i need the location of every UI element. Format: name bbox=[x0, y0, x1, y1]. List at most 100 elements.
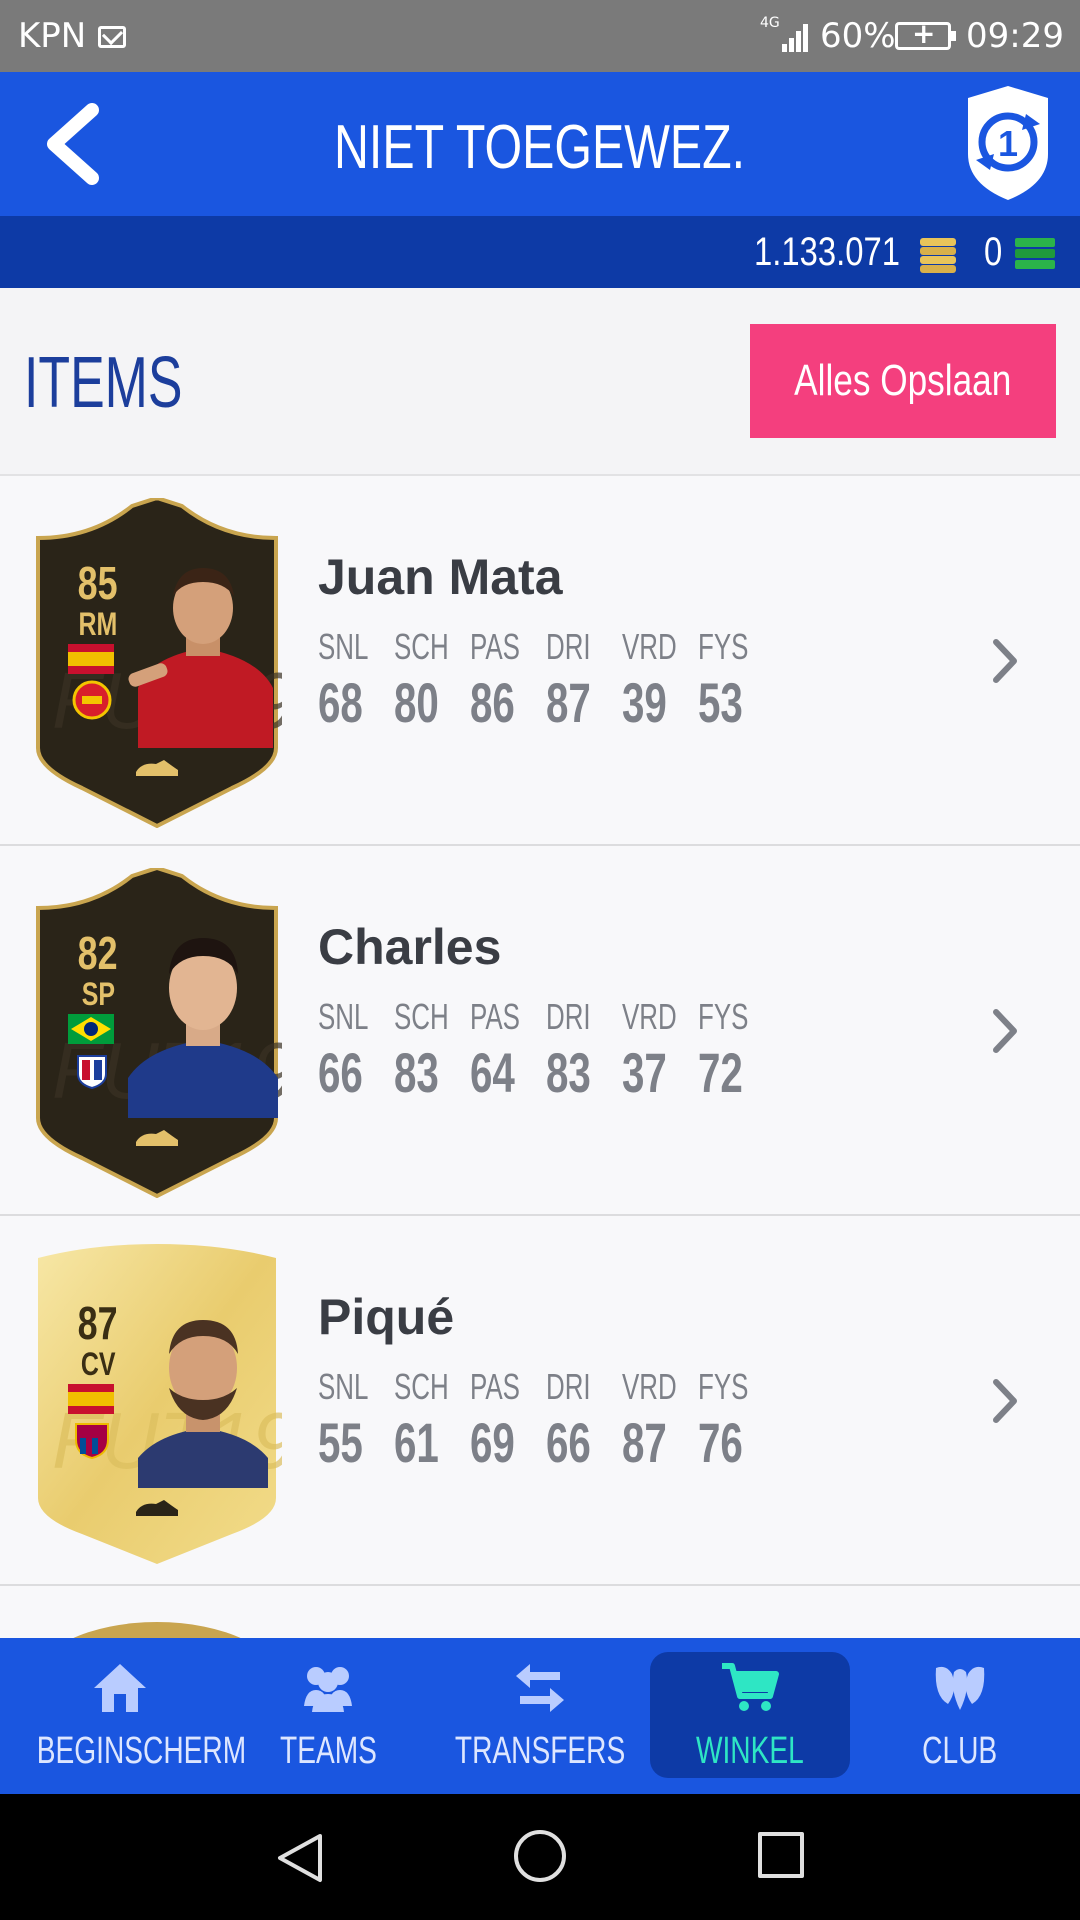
chevron-right-icon[interactable] bbox=[990, 1376, 1020, 1426]
stat-value-defending: 87 bbox=[622, 1411, 667, 1474]
stat-label-pace: SNL bbox=[318, 996, 369, 1037]
manchester-united-crest-icon bbox=[72, 680, 112, 720]
brazil-flag-icon bbox=[68, 1014, 114, 1044]
nav-transfers[interactable]: TRANSFERS bbox=[440, 1638, 640, 1794]
player-stats: SNL 55 SCH 61 PAS 69 DRI 66 VRD 87 FYS 76 bbox=[318, 1366, 774, 1475]
stat-value-physical: 53 bbox=[698, 671, 743, 734]
player-stats: SNL 68 SCH 80 PAS 86 DRI 87 VRD 39 FYS 53 bbox=[318, 626, 774, 735]
stat-label-passing: PAS bbox=[470, 626, 520, 667]
system-back-icon[interactable] bbox=[272, 1830, 328, 1886]
nav-store-label: WINKEL bbox=[696, 1730, 804, 1772]
system-recents-icon[interactable] bbox=[758, 1832, 804, 1878]
stat-label-passing: PAS bbox=[470, 996, 520, 1037]
boot-icon bbox=[136, 760, 178, 776]
player-position: SP bbox=[81, 976, 115, 1012]
section-title: ITEMS bbox=[24, 343, 183, 423]
player-card: FUT19 87 CV bbox=[32, 1238, 297, 1568]
battery-icon bbox=[895, 17, 956, 50]
currency-bar: 1.133.071 0 bbox=[0, 216, 1080, 288]
stat-label-dribbling: DRI bbox=[546, 1366, 591, 1407]
stat-label-shooting: SCH bbox=[394, 1366, 449, 1407]
fc-barcelona-crest-icon bbox=[75, 1423, 109, 1460]
home-icon bbox=[94, 1664, 146, 1712]
system-navigation-bar bbox=[0, 1794, 1080, 1920]
coins-balance: 1.133.071 bbox=[754, 230, 900, 274]
svg-text:1: 1 bbox=[998, 123, 1018, 164]
list-item[interactable]: FUT19 85 RM Juan Mata SN bbox=[0, 476, 1080, 846]
stat-label-dribbling: DRI bbox=[546, 996, 591, 1037]
coins-icon bbox=[920, 238, 956, 273]
stat-value-shooting: 80 bbox=[394, 671, 439, 734]
stat-label-physical: FYS bbox=[698, 996, 749, 1037]
app-header: NIET TOEGEWEZ. 1 bbox=[0, 72, 1080, 216]
bottom-navigation: BEGINSCHERM TEAMS TRANSFERS WINKEL CLUB bbox=[0, 1638, 1080, 1794]
nav-club[interactable]: CLUB bbox=[860, 1638, 1060, 1794]
chevron-right-icon[interactable] bbox=[990, 636, 1020, 686]
stat-value-passing: 86 bbox=[470, 671, 515, 734]
stat-value-passing: 64 bbox=[470, 1041, 515, 1104]
items-section-header: ITEMS Alles Opslaan bbox=[0, 288, 1080, 476]
list-item[interactable]: FUT19 82 SP Charles SNL66 S bbox=[0, 846, 1080, 1216]
stat-value-dribbling: 87 bbox=[546, 671, 591, 734]
spain-flag-icon bbox=[68, 644, 114, 674]
stat-label-defending: VRD bbox=[622, 1366, 677, 1407]
items-list: FUT19 85 RM Juan Mata SN bbox=[0, 476, 1080, 1646]
player-stats: SNL 66 SCH 83 PAS 64 DRI 83 VRD 37 FYS 72 bbox=[318, 996, 774, 1105]
clock: 09:29 bbox=[966, 16, 1064, 56]
stat-label-physical: FYS bbox=[698, 1366, 749, 1407]
nav-store[interactable]: WINKEL bbox=[650, 1652, 850, 1778]
loan-badge-icon[interactable]: 1 bbox=[960, 84, 1056, 202]
teams-icon bbox=[304, 1667, 352, 1712]
transfers-icon bbox=[516, 1664, 564, 1712]
stat-value-defending: 39 bbox=[622, 671, 667, 734]
player-position: RM bbox=[78, 606, 118, 642]
cart-icon bbox=[722, 1663, 779, 1711]
boot-icon bbox=[136, 1500, 178, 1516]
player-rating: 85 bbox=[78, 557, 118, 609]
nav-teams-label: TEAMS bbox=[279, 1730, 377, 1772]
nav-teams[interactable]: TEAMS bbox=[228, 1638, 428, 1794]
battery-percent: 60% bbox=[820, 16, 896, 56]
stat-label-pace: SNL bbox=[318, 1366, 369, 1407]
spain-flag-icon bbox=[68, 1384, 114, 1414]
network-type: 4G bbox=[760, 15, 780, 31]
nav-home-label: BEGINSCHERM bbox=[36, 1730, 247, 1772]
player-photo bbox=[138, 1320, 268, 1488]
player-card: FUT19 82 SP bbox=[32, 865, 297, 1199]
page-title: NIET TOEGEWEZ. bbox=[334, 113, 746, 182]
eibar-crest-icon bbox=[77, 1055, 107, 1090]
player-name: Juan Mata bbox=[318, 549, 563, 605]
list-item[interactable]: FUT19 87 CV Piqué SNL55 bbox=[0, 1216, 1080, 1586]
stat-label-passing: PAS bbox=[470, 1366, 520, 1407]
carrier-name: KPN bbox=[18, 16, 87, 56]
stat-label-defending: VRD bbox=[622, 626, 677, 667]
signal-icon bbox=[782, 20, 812, 52]
stat-label-physical: FYS bbox=[698, 626, 749, 667]
list-item-partial[interactable] bbox=[0, 1586, 1080, 1646]
nav-home[interactable]: BEGINSCHERM bbox=[20, 1638, 246, 1794]
nav-club-label: CLUB bbox=[922, 1730, 998, 1772]
chevron-right-icon[interactable] bbox=[990, 1006, 1020, 1056]
player-position: CV bbox=[80, 1346, 116, 1382]
stat-value-pace: 66 bbox=[318, 1041, 363, 1104]
nav-transfers-label: TRANSFERS bbox=[454, 1730, 626, 1772]
stat-value-dribbling: 83 bbox=[546, 1041, 591, 1104]
player-rating: 82 bbox=[78, 927, 118, 979]
player-name: Piqué bbox=[318, 1289, 455, 1345]
stat-value-shooting: 83 bbox=[394, 1041, 439, 1104]
stat-label-shooting: SCH bbox=[394, 996, 449, 1037]
points-icon bbox=[1015, 238, 1055, 269]
stat-value-pace: 68 bbox=[318, 671, 363, 734]
points-balance: 0 bbox=[984, 230, 1003, 274]
save-all-button[interactable]: Alles Opslaan bbox=[750, 324, 1056, 438]
stat-value-defending: 37 bbox=[622, 1041, 667, 1104]
boot-icon bbox=[136, 1130, 178, 1146]
club-icon bbox=[935, 1666, 985, 1710]
stat-label-pace: SNL bbox=[318, 626, 369, 667]
stat-value-pace: 55 bbox=[318, 1411, 363, 1474]
player-photo bbox=[128, 568, 273, 748]
stat-label-defending: VRD bbox=[622, 996, 677, 1037]
system-home-icon[interactable] bbox=[514, 1830, 566, 1882]
player-rating: 87 bbox=[78, 1297, 118, 1349]
stat-label-dribbling: DRI bbox=[546, 626, 591, 667]
